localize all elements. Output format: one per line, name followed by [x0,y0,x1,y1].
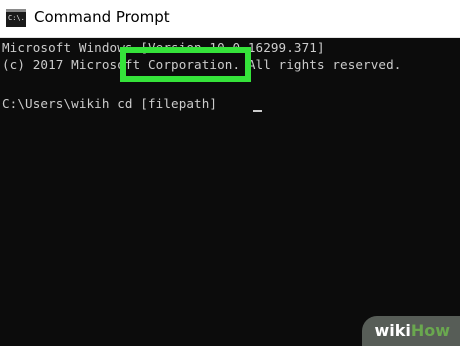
console-area[interactable]: Microsoft Windows [Version 10.0.16299.37… [0,38,460,346]
command-prompt-icon: C:\. [6,9,26,27]
title-bar[interactable]: C:\. Command Prompt [0,0,460,38]
watermark-wiki: wiki [374,321,411,340]
wikihow-watermark: wikiHow [362,316,460,346]
window-title: Command Prompt [34,8,170,26]
console-line-prompt: C:\Users\wikih cd [filepath] [2,96,218,111]
command-prompt-window: C:\. Command Prompt Microsoft Windows [V… [0,0,460,346]
command-highlight-box [120,47,251,82]
text-cursor [253,110,262,112]
watermark-how: How [410,321,450,340]
